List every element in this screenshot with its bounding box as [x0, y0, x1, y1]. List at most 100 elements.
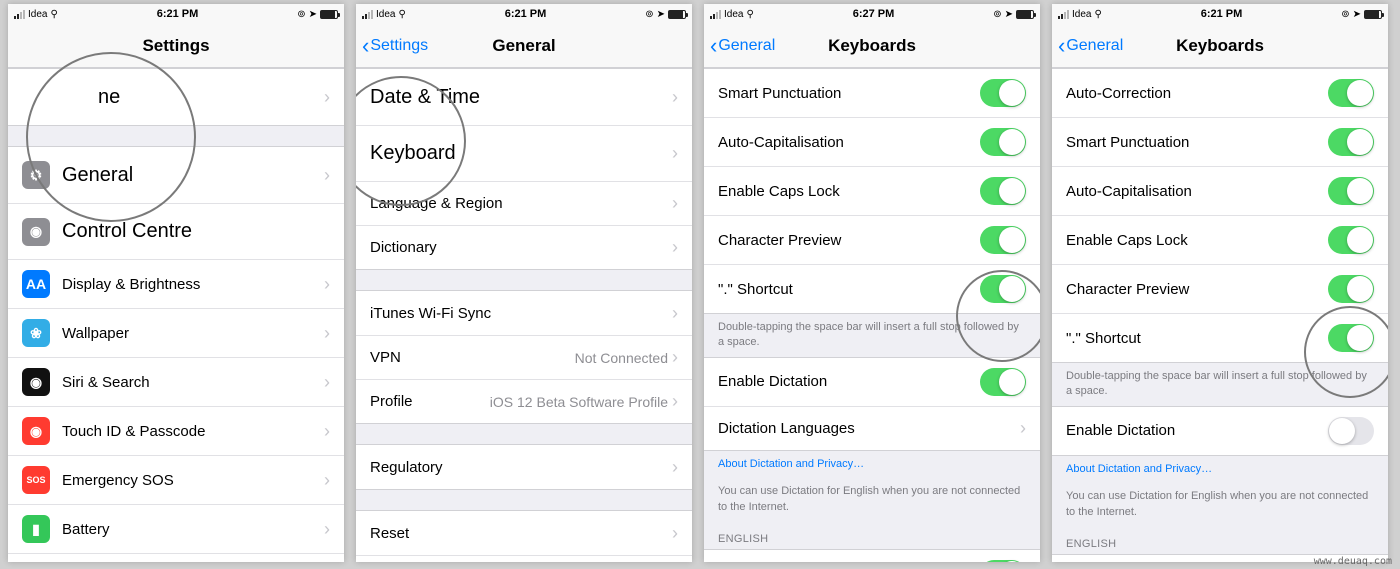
- row-display[interactable]: AA Display & Brightness ›: [8, 259, 344, 308]
- screenshot-1-settings: Idea ⚲ 6:21 PM ⊚➤ Settings Sign in to yo…: [8, 4, 344, 562]
- chevron-right-icon: ›: [324, 519, 330, 540]
- row-check-spelling[interactable]: Check Spelling: [704, 550, 1040, 562]
- toggle-switch[interactable]: [980, 128, 1026, 156]
- screenshot-2-general: Idea ⚲ 6:21 PM ⊚➤ ‹Settings General Date…: [356, 4, 692, 562]
- back-button[interactable]: ‹General: [710, 35, 775, 57]
- wifi-icon: ⚲: [398, 9, 405, 20]
- toggle-switch[interactable]: [1328, 79, 1374, 107]
- row-auto-correction[interactable]: Auto-Correction: [1052, 69, 1388, 117]
- chevron-right-icon: ›: [324, 165, 330, 186]
- row-profile[interactable]: ProfileiOS 12 Beta Software Profile›: [356, 379, 692, 423]
- wallpaper-icon: ❀: [22, 319, 50, 347]
- row-touchid[interactable]: ◉ Touch ID & Passcode ›: [8, 406, 344, 455]
- chevron-right-icon: ›: [672, 523, 678, 544]
- row-auto-capitalisation[interactable]: Auto-Capitalisation: [704, 117, 1040, 166]
- toggle-switch[interactable]: [980, 177, 1026, 205]
- row-wallpaper[interactable]: ❀ Wallpaper ›: [8, 308, 344, 357]
- chevron-right-icon: ›: [324, 87, 330, 108]
- watermark: www.deuaq.com: [1314, 556, 1392, 567]
- toggle-switch[interactable]: [1328, 417, 1374, 445]
- row-sos[interactable]: SOS Emergency SOS ›: [8, 455, 344, 504]
- chevron-right-icon: ›: [672, 143, 678, 164]
- alarm-icon: ⊚: [645, 9, 653, 20]
- row-control-centre[interactable]: ◉ Control Centre: [8, 203, 344, 259]
- chevron-right-icon: ›: [324, 421, 330, 442]
- toggle-switch[interactable]: [980, 368, 1026, 396]
- display-icon: AA: [22, 270, 50, 298]
- row-enable-dictation[interactable]: Enable Dictation: [704, 358, 1040, 406]
- row-siri[interactable]: ◉ Siri & Search ›: [8, 357, 344, 406]
- row-smart-punctuation[interactable]: Smart Punctuation: [704, 69, 1040, 117]
- row-privacy[interactable]: ✋ Privacy ›: [8, 553, 344, 562]
- row-shut-down[interactable]: Shut Down: [356, 555, 692, 562]
- signal-icon: [710, 10, 721, 19]
- carrier-label: Idea: [1072, 9, 1091, 20]
- row-caps-lock[interactable]: Enable Caps Lock: [704, 166, 1040, 215]
- back-button[interactable]: ‹Settings: [362, 35, 428, 57]
- clock: 6:21 PM: [157, 8, 199, 20]
- toggle-switch[interactable]: [980, 560, 1026, 562]
- footer-text: You can use Dictation for English when y…: [704, 478, 1040, 521]
- chevron-right-icon: ›: [672, 303, 678, 324]
- row-smart-punctuation[interactable]: Smart Punctuation: [1052, 117, 1388, 166]
- row-battery[interactable]: ▮ Battery ›: [8, 504, 344, 553]
- battery-row-icon: ▮: [22, 515, 50, 543]
- screenshot-4-keyboards-off: Idea ⚲ 6:21 PM ⊚➤ ‹General Keyboards Aut…: [1052, 4, 1388, 562]
- row-shortcut[interactable]: "." Shortcut: [1052, 313, 1388, 362]
- carrier-label: Idea: [376, 9, 395, 20]
- row-character-preview[interactable]: Character Preview: [1052, 264, 1388, 313]
- row-enable-dictation[interactable]: Enable Dictation: [1052, 407, 1388, 455]
- signal-icon: [362, 10, 373, 19]
- status-bar: Idea ⚲ 6:21 PM ⊚➤: [1052, 4, 1388, 24]
- location-icon: ➤: [657, 9, 665, 20]
- footer-text: Double-tapping the space bar will insert…: [704, 314, 1040, 357]
- nav-bar: ‹General Keyboards: [1052, 24, 1388, 68]
- row-reset[interactable]: Reset›: [356, 511, 692, 555]
- row-keyboard[interactable]: Keyboard›: [356, 125, 692, 181]
- toggle-switch[interactable]: [1328, 128, 1374, 156]
- alarm-icon: ⊚: [297, 9, 305, 20]
- toggle-switch[interactable]: [980, 226, 1026, 254]
- chevron-left-icon: ‹: [362, 35, 369, 57]
- row-shortcut[interactable]: "." Shortcut: [704, 264, 1040, 313]
- toggle-switch[interactable]: [1328, 177, 1374, 205]
- row-language[interactable]: Language & Region›: [356, 181, 692, 225]
- back-button[interactable]: ‹General: [1058, 35, 1123, 57]
- page-title: Keyboards: [1176, 36, 1264, 56]
- signal-icon: [1058, 10, 1069, 19]
- row-signin[interactable]: Sign in to your iPhonene ›: [8, 69, 344, 125]
- footer-text: Double-tapping the space bar will insert…: [1052, 363, 1388, 406]
- row-vpn[interactable]: VPNNot Connected›: [356, 335, 692, 379]
- clock: 6:21 PM: [505, 8, 547, 20]
- nav-bar: ‹General Keyboards: [704, 24, 1040, 68]
- about-dictation-link[interactable]: About Dictation and Privacy…: [1052, 456, 1388, 483]
- page-title: Keyboards: [828, 36, 916, 56]
- signal-icon: [14, 10, 25, 19]
- toggle-switch[interactable]: [980, 79, 1026, 107]
- wifi-icon: ⚲: [50, 9, 57, 20]
- row-wifi-sync[interactable]: iTunes Wi-Fi Sync›: [356, 291, 692, 335]
- section-header: English: [704, 521, 1040, 549]
- location-icon: ➤: [309, 9, 317, 20]
- toggle-icon: ◉: [22, 218, 50, 246]
- row-dictionary[interactable]: Dictionary›: [356, 225, 692, 269]
- row-auto-capitalisation[interactable]: Auto-Capitalisation: [1052, 166, 1388, 215]
- row-dictation-languages[interactable]: Dictation Languages›: [704, 406, 1040, 450]
- row-date-time[interactable]: Date & Time›: [356, 69, 692, 125]
- toggle-switch[interactable]: [980, 275, 1026, 303]
- battery-icon: [1364, 10, 1382, 19]
- row-character-preview[interactable]: Character Preview: [704, 215, 1040, 264]
- row-caps-lock[interactable]: Enable Caps Lock: [1052, 215, 1388, 264]
- nav-bar: Settings: [8, 24, 344, 68]
- toggle-switch[interactable]: [1328, 324, 1374, 352]
- screenshot-3-keyboards-on: Idea ⚲ 6:27 PM ⊚➤ ‹General Keyboards Sma…: [704, 4, 1040, 562]
- chevron-right-icon: ›: [672, 87, 678, 108]
- row-general[interactable]: ⚙ General ›: [8, 147, 344, 203]
- toggle-switch[interactable]: [1328, 226, 1374, 254]
- chevron-right-icon: ›: [672, 347, 678, 368]
- about-dictation-link[interactable]: About Dictation and Privacy…: [704, 451, 1040, 478]
- row-regulatory[interactable]: Regulatory›: [356, 445, 692, 489]
- status-bar: Idea ⚲ 6:21 PM ⊚ ➤: [356, 4, 692, 24]
- carrier-label: Idea: [724, 9, 743, 20]
- toggle-switch[interactable]: [1328, 275, 1374, 303]
